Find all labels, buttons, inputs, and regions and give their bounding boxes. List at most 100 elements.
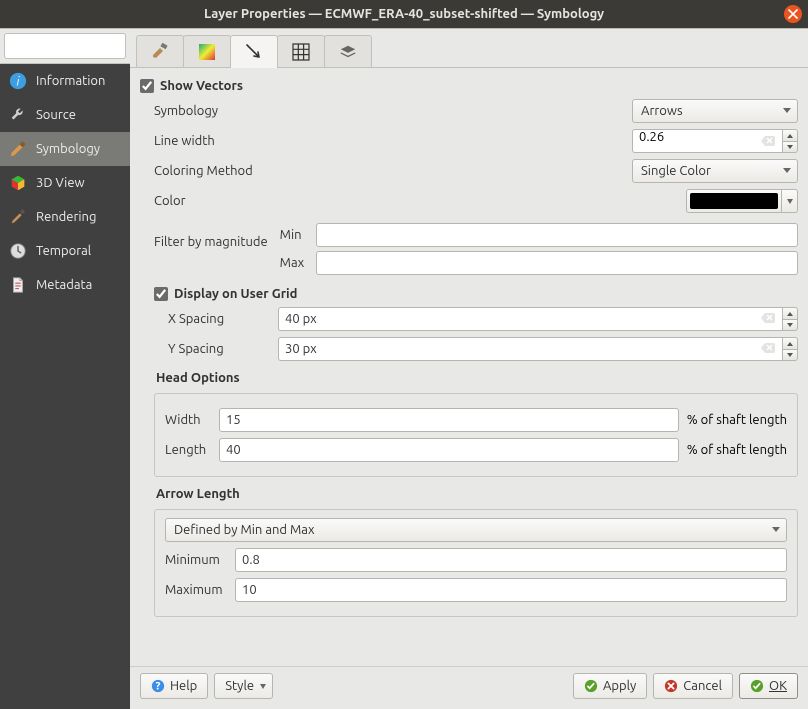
caret-down-icon [772,527,780,532]
sidebar-item-temporal[interactable]: Temporal [0,234,130,268]
head-width-label: Width [165,413,219,427]
dialog-footer: ? Help Style Apply Cancel OK [130,666,808,709]
grid-icon [292,43,310,61]
caret-down-icon [783,108,791,113]
max-label: Max [280,256,316,270]
clear-icon[interactable] [760,340,776,356]
symbology-tabstrip [130,29,808,68]
info-icon: i [8,71,28,91]
ok-button[interactable]: OK [739,673,798,699]
head-length-label: Length [165,443,219,457]
color-picker[interactable] [686,189,798,213]
show-vectors-checkbox[interactable] [140,79,154,93]
display-grid-checkbox[interactable] [154,287,168,301]
arrow-icon [244,42,264,62]
sidebar-item-information[interactable]: i Information [0,64,130,98]
x-spacing-up[interactable] [782,307,798,319]
cancel-icon [664,679,678,693]
tab-rendering[interactable] [324,35,372,67]
tab-mesh[interactable] [277,35,325,67]
filter-min-input[interactable] [316,223,798,247]
hammer-icon [150,42,170,62]
check-icon [584,679,598,693]
line-width-input[interactable]: 0.26 [632,129,782,153]
title-bar: Layer Properties — ECMWF_ERA-40_subset-s… [0,0,808,28]
minimum-input[interactable] [235,548,787,572]
close-button[interactable] [784,5,802,23]
style-button[interactable]: Style [214,673,273,699]
pct-suffix: % of shaft length [679,443,787,457]
sidebar-item-label: Rendering [36,210,96,224]
y-spacing-up[interactable] [782,337,798,349]
cancel-button[interactable]: Cancel [653,673,733,699]
coloring-method-value: Single Color [641,164,711,178]
pct-suffix: % of shaft length [679,413,787,427]
minimum-label: Minimum [165,553,235,567]
sidebar-item-label: Temporal [36,244,91,258]
clear-icon[interactable] [760,310,776,326]
filter-max-input[interactable] [316,251,798,275]
y-spacing-down[interactable] [782,349,798,361]
tab-vectors[interactable] [230,35,278,67]
line-width-up[interactable] [782,129,798,141]
head-options-title: Head Options [156,371,798,385]
clear-icon[interactable] [760,133,776,149]
symbology-value: Arrows [641,104,683,118]
paintbrush-icon [8,139,28,159]
show-vectors-label: Show Vectors [160,79,243,93]
symbology-combo[interactable]: Arrows [632,99,798,123]
arrow-mode-value: Defined by Min and Max [174,523,315,537]
sidebar-item-label: Source [36,108,76,122]
color-label: Color [154,194,196,208]
tab-general[interactable] [136,35,184,67]
svg-text:?: ? [156,680,161,693]
close-icon [788,9,798,19]
wrench-icon [8,105,28,125]
y-spacing-input[interactable] [278,337,782,361]
x-spacing-input[interactable] [278,307,782,331]
sidebar-item-label: 3D View [36,176,85,190]
maximum-label: Maximum [165,583,235,597]
sidebar-item-label: Information [36,74,105,88]
line-width-label: Line width [154,134,225,148]
head-width-input[interactable] [219,408,679,432]
sidebar-item-label: Metadata [36,278,92,292]
sidebar-item-metadata[interactable]: Metadata [0,268,130,302]
y-spacing-label: Y Spacing [168,342,278,356]
display-grid-label: Display on User Grid [174,287,297,301]
brush-icon [8,207,28,227]
sidebar-item-3d-view[interactable]: 3D View [0,166,130,200]
cube-icon [8,173,28,193]
line-width-down[interactable] [782,141,798,153]
caret-down-icon [783,168,791,173]
layers-icon [339,43,357,61]
gradient-icon [198,43,216,61]
color-swatch [690,193,778,209]
help-icon: ? [151,679,165,693]
maximum-input[interactable] [235,578,787,602]
sidebar-item-rendering[interactable]: Rendering [0,200,130,234]
caret-down-icon [260,684,266,689]
coloring-method-combo[interactable]: Single Color [632,159,798,183]
document-icon [8,275,28,295]
apply-button[interactable]: Apply [573,673,647,699]
search-input[interactable] [4,33,126,59]
head-length-input[interactable] [219,438,679,462]
arrow-mode-combo[interactable]: Defined by Min and Max [165,518,787,542]
check-icon [750,679,764,693]
x-spacing-down[interactable] [782,319,798,331]
color-dropdown[interactable] [782,189,798,213]
x-spacing-label: X Spacing [168,312,278,326]
clock-icon [8,241,28,261]
coloring-method-label: Coloring Method [154,164,263,178]
sidebar-item-label: Symbology [36,142,100,156]
sidebar-item-symbology[interactable]: Symbology [0,132,130,166]
window-title: Layer Properties — ECMWF_ERA-40_subset-s… [0,7,808,21]
arrow-length-title: Arrow Length [156,487,798,501]
help-button[interactable]: ? Help [140,673,208,699]
sidebar-item-source[interactable]: Source [0,98,130,132]
tab-contours[interactable] [183,35,231,67]
filter-magnitude-label: Filter by magnitude [154,219,280,249]
min-label: Min [280,228,316,242]
symbology-label: Symbology [154,104,228,118]
